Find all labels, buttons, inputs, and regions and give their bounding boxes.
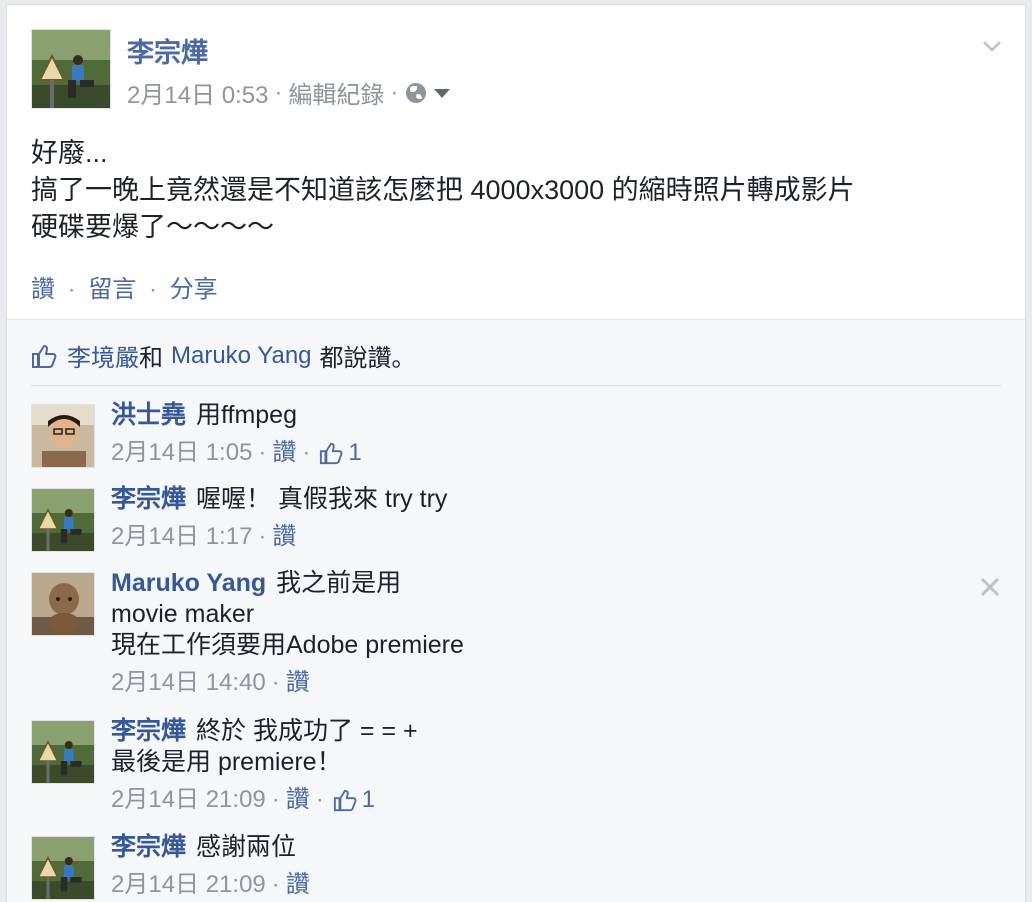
meta-separator: · [271,669,280,696]
post-timestamp[interactable]: 2月14日 0:53 [127,75,268,110]
liker-name[interactable]: 李境嚴 [67,338,139,373]
meta-separator: · [315,786,324,813]
meta-separator: · [302,439,311,466]
commenter-avatar[interactable] [31,836,95,900]
comment-text: 用ffmpeg [196,401,297,429]
comment-author[interactable]: 洪士堯 [111,401,186,429]
caret-down-icon[interactable] [434,89,451,98]
comment-like-count[interactable]: 1 [318,437,362,468]
comment-timestamp[interactable]: 2月14日 1:05 [111,437,252,468]
comment-like-link[interactable]: 讚 [286,667,310,698]
feedback-section: 李境嚴 和 Maruko Yang 都說讚。 洪士堯 用ffmpeg 2月14日… [7,319,1025,902]
comment-link[interactable]: 留言 [88,276,136,303]
likes-summary: 李境嚴 和 Maruko Yang 都說讚。 [31,338,416,373]
meta-separator: · [258,523,267,550]
action-separator: · [67,276,76,303]
comment-meta: 2月14日 21:09 · 讚 [111,869,310,900]
commenter-avatar[interactable] [31,404,95,468]
comment-like-link[interactable]: 讚 [286,784,310,815]
comment-content: 洪士堯 用ffmpeg 2月14日 1:05 · 讚 · 1 [111,400,362,468]
liker-name[interactable]: Maruko Yang [171,342,312,370]
comment-author[interactable]: Maruko Yang [111,569,266,597]
author-avatar[interactable] [31,29,111,109]
like-link[interactable]: 讚 [31,276,55,303]
post-body: 好廢... 搞了一晚上竟然還是不知道該怎麼把 4000x3000 的縮時照片轉成… [31,135,855,246]
post-text-line: 硬碟要爆了～～～～ [31,212,274,242]
thumbs-up-icon [320,442,343,464]
like-count-value: 1 [348,439,362,466]
comment-timestamp[interactable]: 2月14日 14:40 [111,667,266,698]
like-count-value: 1 [361,786,376,813]
likes-suffix: 都說讚。 [319,345,416,372]
comment-like-link[interactable]: 讚 [272,437,296,468]
post-actions: 讚 · 留言 · 分享 [31,269,218,304]
commenter-avatar[interactable] [31,572,95,636]
comment-meta: 2月14日 21:09 · 讚 · 1 [111,784,418,815]
post-author-name[interactable]: 李宗燁 [127,31,208,70]
comment-content: 李宗燁 感謝兩位 2月14日 21:09 · 讚 [111,832,310,900]
comment-meta: 2月14日 1:05 · 讚 · 1 [111,437,362,468]
commenter-avatar[interactable] [31,720,95,784]
comment-content: 李宗燁 喔喔！ 真假我來 try try 2月14日 1:17 · 讚 [111,484,447,552]
commenter-avatar[interactable] [31,488,95,552]
globe-icon [406,82,427,103]
comment-text: 最後是用 premiere！ [111,748,342,776]
meta-separator: · [390,78,399,106]
comment-meta: 2月14日 14:40 · 讚 [111,667,464,698]
comment-timestamp[interactable]: 2月14日 21:09 [111,869,266,900]
meta-separator: · [274,78,283,106]
chevron-down-icon[interactable] [981,35,1003,57]
comment-content: 李宗燁 終於 我成功了 = = + 最後是用 premiere！ 2月14日 21… [111,716,418,815]
meta-separator: · [271,871,280,898]
comment-author[interactable]: 李宗燁 [111,717,186,745]
comment-text: 現在工作須要用Adobe premiere [111,631,464,659]
thumbs-up-icon [333,789,357,811]
comment-timestamp[interactable]: 2月14日 1:17 [111,521,252,552]
comment-author[interactable]: 李宗燁 [111,485,186,513]
comment-content: Maruko Yang 我之前是用 movie maker 現在工作須要用Adob… [111,568,464,698]
divider [31,385,1001,386]
close-icon[interactable] [979,576,1001,598]
post-meta: 2月14日 0:53 · 編輯紀錄 · [127,75,451,110]
likes-conjunction: 和 [139,345,163,372]
comment-timestamp[interactable]: 2月14日 21:09 [111,784,266,815]
post-text-line: 好廢... [31,138,108,168]
comment-author[interactable]: 李宗燁 [111,833,186,861]
post-card: 李宗燁 2月14日 0:53 · 編輯紀錄 · 好廢... 搞了一晚上竟然還是不… [6,4,1026,902]
comment-like-link[interactable]: 讚 [272,521,296,552]
edit-history-link[interactable]: 編輯紀錄 [288,75,384,110]
comment-like-count[interactable]: 1 [332,784,375,815]
comment-text: 感謝兩位 [196,833,297,861]
comment-like-link[interactable]: 讚 [286,869,310,900]
comment-text: 我之前是用 [276,569,402,597]
comment-text: 終於 我成功了 = = + [196,717,418,745]
share-link[interactable]: 分享 [170,276,218,303]
thumbs-up-icon [32,344,57,368]
comment-meta: 2月14日 1:17 · 讚 [111,521,447,552]
action-separator: · [149,276,158,303]
meta-separator: · [271,786,280,813]
meta-separator: · [258,439,267,466]
comment-text: movie maker [111,600,255,628]
comment-text: 喔喔！ 真假我來 try try [196,485,448,513]
post-text-line: 搞了一晚上竟然還是不知道該怎麼把 4000x3000 的縮時照片轉成影片 [31,175,855,205]
